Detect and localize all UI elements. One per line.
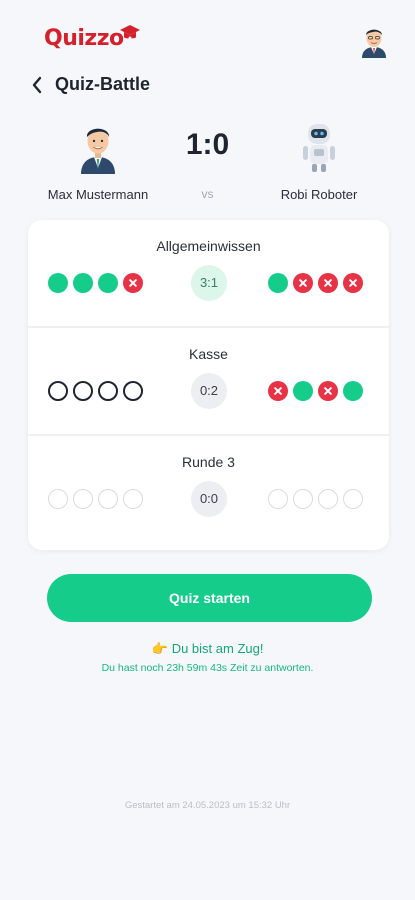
player2-answers bbox=[268, 489, 363, 509]
answer-correct-marker bbox=[268, 273, 288, 293]
player2-avatar bbox=[303, 124, 335, 172]
start-quiz-button[interactable]: Quiz starten bbox=[47, 574, 372, 622]
player1-answers bbox=[48, 489, 143, 509]
answer-muted-marker bbox=[73, 489, 93, 509]
answer-empty-marker bbox=[73, 381, 93, 401]
round-category: Runde 3 bbox=[182, 454, 235, 470]
answer-muted-marker bbox=[98, 489, 118, 509]
answer-muted-marker bbox=[293, 489, 313, 509]
answer-correct-marker bbox=[73, 273, 93, 293]
player1-name: Max Mustermann bbox=[47, 187, 149, 202]
page-title: Quiz-Battle bbox=[55, 74, 151, 94]
answer-wrong-marker bbox=[123, 273, 143, 293]
answer-empty-marker bbox=[123, 381, 143, 401]
answer-muted-marker bbox=[318, 489, 338, 509]
answer-empty-marker bbox=[98, 381, 118, 401]
answer-correct-marker bbox=[48, 273, 68, 293]
answer-correct-marker bbox=[343, 381, 363, 401]
answer-wrong-marker bbox=[343, 273, 363, 293]
time-remaining: Du hast noch 23h 59m 43s Zeit zu antwort… bbox=[101, 662, 314, 674]
answer-wrong-marker bbox=[293, 273, 313, 293]
page-nav: Quiz-Battle bbox=[0, 70, 415, 100]
pointing-hand-icon: 👉 bbox=[151, 641, 168, 656]
player1-answers bbox=[48, 273, 143, 293]
round-3: Runde 3 0:0 bbox=[28, 436, 389, 542]
player2-name: Robi Roboter bbox=[280, 187, 358, 202]
round-category: Kasse bbox=[189, 346, 228, 362]
round-category: Allgemeinwissen bbox=[156, 238, 261, 254]
answer-wrong-marker bbox=[318, 273, 338, 293]
round-score: 3:1 bbox=[191, 265, 227, 301]
answer-wrong-marker bbox=[318, 381, 338, 401]
answer-correct-marker bbox=[293, 381, 313, 401]
round-2[interactable]: Kasse 0:2 bbox=[28, 328, 389, 434]
player1-answers bbox=[48, 381, 143, 401]
turn-notice: 👉 Du bist am Zug! bbox=[0, 641, 415, 657]
answer-muted-marker bbox=[343, 489, 363, 509]
answer-muted-marker bbox=[48, 489, 68, 509]
quizzo-logo: Quizzo bbox=[44, 26, 124, 51]
answer-muted-marker bbox=[268, 489, 288, 509]
answer-correct-marker bbox=[98, 273, 118, 293]
player2-answers bbox=[268, 273, 363, 293]
round-score: 0:2 bbox=[191, 373, 227, 409]
battle-score: 1:0 bbox=[185, 128, 230, 161]
round-1[interactable]: Allgemeinwissen 3:1 bbox=[28, 220, 389, 326]
player1-avatar bbox=[81, 128, 115, 174]
answer-muted-marker bbox=[123, 489, 143, 509]
started-timestamp: Gestartet am 24.05.2023 um 15:32 Uhr bbox=[124, 800, 291, 811]
profile-avatar[interactable] bbox=[358, 24, 390, 58]
versus-label: vs bbox=[201, 187, 214, 201]
app-header: Quizzo bbox=[0, 0, 415, 70]
player2-answers bbox=[268, 381, 363, 401]
answer-wrong-marker bbox=[268, 381, 288, 401]
round-score: 0:0 bbox=[191, 481, 227, 517]
turn-text: Du bist am Zug! bbox=[171, 641, 264, 656]
answer-empty-marker bbox=[48, 381, 68, 401]
chevron-left-icon[interactable] bbox=[30, 74, 44, 96]
rounds-card: Allgemeinwissen 3:1 Kasse 0:2 Runde 3 0:… bbox=[28, 220, 389, 550]
graduation-cap-icon bbox=[120, 25, 140, 40]
